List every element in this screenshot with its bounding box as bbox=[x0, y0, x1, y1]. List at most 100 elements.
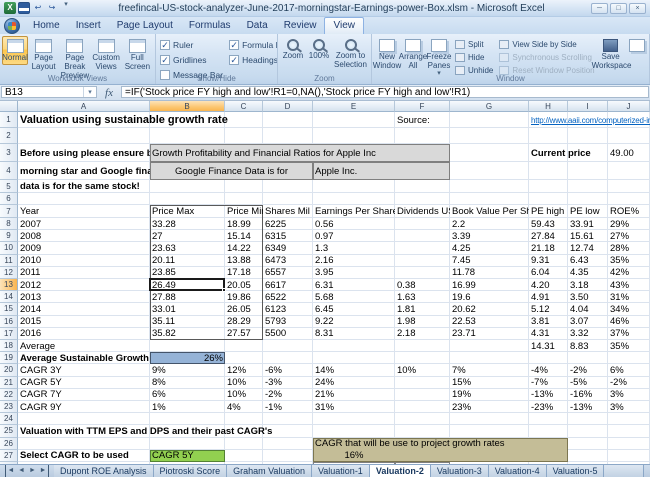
cell-I21[interactable]: -5% bbox=[568, 377, 608, 389]
cell-B16[interactable]: 35.11 bbox=[150, 316, 225, 328]
select-all-corner[interactable] bbox=[0, 101, 18, 112]
sheet-tab-valuation-2[interactable]: Valuation-2 bbox=[370, 465, 431, 477]
cell-J11[interactable]: 35% bbox=[608, 255, 650, 267]
button-page-layout[interactable]: Page Layout bbox=[28, 36, 59, 74]
cell-H3[interactable]: Current price bbox=[529, 144, 608, 162]
cell-A15[interactable]: 2014 bbox=[18, 303, 150, 315]
cell-A20[interactable]: CAGR 3Y bbox=[18, 364, 150, 376]
cell-G17[interactable]: 23.71 bbox=[450, 328, 529, 340]
row-header-17[interactable]: 17 bbox=[0, 328, 18, 340]
cell-G12[interactable]: 11.78 bbox=[450, 267, 529, 279]
cell-B3[interactable]: Growth Profitability and Financial Ratio… bbox=[150, 144, 450, 162]
checkbox-gridlines[interactable]: ✓Gridlines bbox=[160, 55, 223, 65]
cell-C23[interactable]: 4% bbox=[225, 401, 263, 413]
cell-B4[interactable]: Google Finance Data is for bbox=[150, 162, 313, 180]
cell-H14[interactable]: 4.91 bbox=[529, 291, 568, 303]
cell-A1[interactable]: Valuation using sustainable growth rate bbox=[18, 112, 263, 128]
cell-D10[interactable]: 6349 bbox=[263, 242, 313, 254]
cell-B23[interactable]: 1% bbox=[150, 401, 225, 413]
cell-A13[interactable]: 2012 bbox=[18, 279, 150, 291]
cell-A11[interactable]: 2010 bbox=[18, 255, 150, 267]
cell-C7[interactable]: Price Min bbox=[225, 205, 263, 218]
row-header-24[interactable]: 24 bbox=[0, 413, 18, 425]
ribbon-tab-view[interactable]: View bbox=[324, 17, 364, 34]
cell-E21[interactable]: 24% bbox=[313, 377, 395, 389]
cell-H13[interactable]: 4.20 bbox=[529, 279, 568, 291]
cell-G9[interactable]: 3.39 bbox=[450, 230, 529, 242]
cell-G16[interactable]: 22.53 bbox=[450, 316, 529, 328]
cell-J20[interactable]: 6% bbox=[608, 364, 650, 376]
cell-E12[interactable]: 3.95 bbox=[313, 267, 395, 279]
button-save-workspace[interactable]: Save Workspace bbox=[598, 36, 624, 73]
cell-F13[interactable]: 0.38 bbox=[395, 279, 450, 291]
row-header-22[interactable]: 22 bbox=[0, 389, 18, 401]
button-freeze-panes[interactable]: Freeze Panes▾ bbox=[426, 36, 452, 79]
cell-G21[interactable]: 15% bbox=[450, 377, 529, 389]
cell-E17[interactable]: 8.31 bbox=[313, 328, 395, 340]
save-icon[interactable] bbox=[18, 2, 30, 14]
insert-function-button[interactable]: fx bbox=[97, 85, 121, 100]
cell-J12[interactable]: 42% bbox=[608, 267, 650, 279]
cell-J3[interactable]: 49.00 bbox=[608, 144, 650, 162]
cell-D8[interactable]: 6225 bbox=[263, 218, 313, 230]
cell-A18[interactable]: Average bbox=[18, 340, 150, 352]
button-hide[interactable]: Hide bbox=[455, 51, 493, 63]
cell-D15[interactable]: 6123 bbox=[263, 303, 313, 315]
cell-E11[interactable]: 2.16 bbox=[313, 255, 395, 267]
cell-G7[interactable]: Book Value Per Share * USD bbox=[450, 205, 529, 218]
cell-G23[interactable]: 23% bbox=[450, 401, 529, 413]
row-header-23[interactable]: 23 bbox=[0, 401, 18, 413]
cell-H18[interactable]: 14.31 bbox=[529, 340, 568, 352]
cell-G8[interactable]: 2.2 bbox=[450, 218, 529, 230]
cell-G14[interactable]: 19.6 bbox=[450, 291, 529, 303]
cell-D7[interactable]: Shares Mil bbox=[263, 205, 313, 218]
cell-H21[interactable]: -7% bbox=[529, 377, 568, 389]
row-header-12[interactable]: 12 bbox=[0, 267, 18, 279]
cell-H15[interactable]: 5.12 bbox=[529, 303, 568, 315]
cell-B22[interactable]: 6% bbox=[150, 389, 225, 401]
cell-J16[interactable]: 46% bbox=[608, 316, 650, 328]
cell-E8[interactable]: 0.56 bbox=[313, 218, 395, 230]
cell-B27[interactable]: CAGR 5Y bbox=[150, 450, 225, 462]
row-header-6[interactable]: 6 bbox=[0, 193, 18, 205]
name-box-dropdown-icon[interactable]: ▾ bbox=[83, 87, 96, 97]
row-header-21[interactable]: 21 bbox=[0, 377, 18, 389]
cell-H23[interactable]: -23% bbox=[529, 401, 568, 413]
cell-C12[interactable]: 17.18 bbox=[225, 267, 263, 279]
row-header-20[interactable]: 20 bbox=[0, 364, 18, 376]
first-sheet-button[interactable]: ◄ bbox=[5, 465, 16, 477]
col-header-J[interactable]: J bbox=[608, 101, 650, 112]
ribbon-tab-formulas[interactable]: Formulas bbox=[181, 18, 239, 34]
cell-E22[interactable]: 21% bbox=[313, 389, 395, 401]
cell-I13[interactable]: 3.18 bbox=[568, 279, 608, 291]
clipped-button[interactable] bbox=[624, 36, 650, 55]
row-header-18[interactable]: 18 bbox=[0, 340, 18, 352]
col-header-B[interactable]: B bbox=[150, 101, 225, 112]
cell-C15[interactable]: 26.05 bbox=[225, 303, 263, 315]
cell-F15[interactable]: 1.81 bbox=[395, 303, 450, 315]
cell-E10[interactable]: 1.3 bbox=[313, 242, 395, 254]
sheet-tab-valuation-4[interactable]: Valuation-4 bbox=[489, 465, 547, 477]
cell-C21[interactable]: 10% bbox=[225, 377, 263, 389]
cell-F17[interactable]: 2.18 bbox=[395, 328, 450, 340]
cell-F14[interactable]: 1.63 bbox=[395, 291, 450, 303]
checkbox-formula-bar[interactable]: ✓Formula Bar bbox=[229, 40, 278, 50]
fill-handle[interactable] bbox=[222, 288, 226, 292]
cell-C16[interactable]: 28.29 bbox=[225, 316, 263, 328]
cell-B7[interactable]: Price Max bbox=[150, 205, 225, 218]
sheet-tab-partial[interactable] bbox=[604, 465, 644, 477]
cell-H7[interactable]: PE high bbox=[529, 205, 568, 218]
cell-C14[interactable]: 19.86 bbox=[225, 291, 263, 303]
cell-E27[interactable]: 16% bbox=[313, 450, 395, 462]
col-header-G[interactable]: G bbox=[450, 101, 529, 112]
undo-icon[interactable]: ↩ bbox=[32, 2, 44, 14]
cell-I22[interactable]: -16% bbox=[568, 389, 608, 401]
cell-E4[interactable]: Apple Inc. bbox=[313, 162, 450, 180]
cell-B8[interactable]: 33.28 bbox=[150, 218, 225, 230]
row-header-16[interactable]: 16 bbox=[0, 316, 18, 328]
cell-H11[interactable]: 9.31 bbox=[529, 255, 568, 267]
cell-A7[interactable]: Year bbox=[18, 205, 150, 218]
cell-A8[interactable]: 2007 bbox=[18, 218, 150, 230]
cell-F1[interactable]: Source: bbox=[395, 112, 450, 128]
cell-E13[interactable]: 6.31 bbox=[313, 279, 395, 291]
